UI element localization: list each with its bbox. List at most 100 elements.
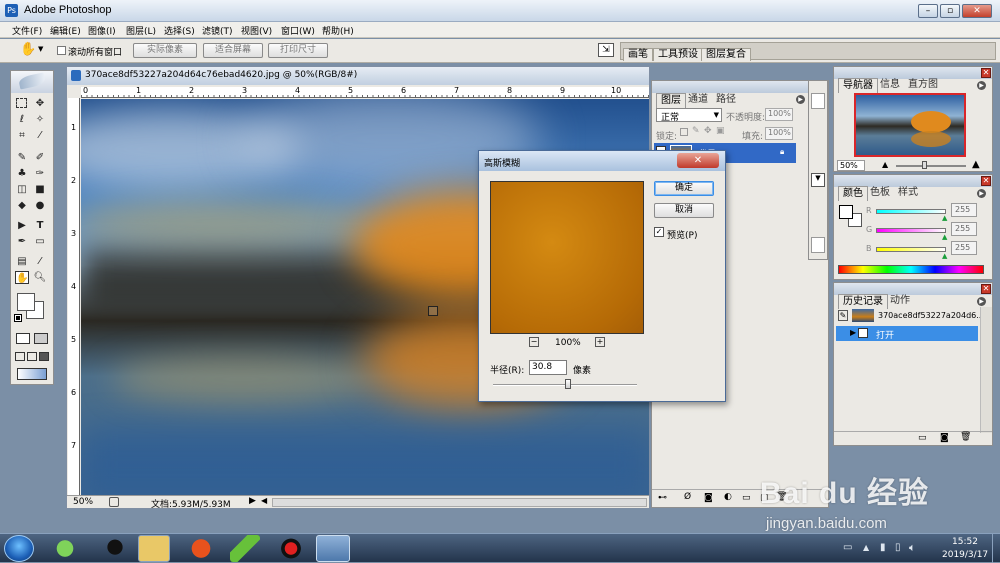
fullscreen-mode-icon[interactable] (39, 352, 49, 361)
crop-tool-icon[interactable]: ⌗ (15, 129, 29, 142)
start-button[interactable] (4, 535, 34, 562)
taskbar-explorer-icon[interactable] (138, 535, 170, 562)
zoom-in-icon[interactable]: ▲ (972, 159, 980, 170)
zoom-tool-icon[interactable]: 🔍︎ (33, 271, 47, 284)
fill-field[interactable]: 100% (765, 127, 793, 140)
stamp-tool-icon[interactable]: ♣ (15, 167, 29, 180)
scroll-left-icon[interactable]: ◀ (261, 496, 267, 505)
tab-layer-comps[interactable]: 图层复合 (701, 48, 751, 61)
new-adjustment-icon[interactable]: ◐ (724, 492, 732, 502)
hand-tool-icon[interactable]: ✋ (15, 271, 29, 284)
zoom-out-icon[interactable]: − (529, 337, 539, 347)
close-button[interactable]: ✕ (962, 4, 992, 18)
tab-tool-presets[interactable]: 工具预设 (653, 48, 703, 61)
zoom-in-icon[interactable]: + (595, 337, 605, 347)
cancel-button[interactable]: 取消 (654, 203, 714, 218)
tab-paths[interactable]: 路径 (712, 93, 740, 107)
red-slider-thumb[interactable]: ▲ (942, 214, 947, 222)
tab-history[interactable]: 历史记录 (838, 294, 888, 309)
eyedropper-tool-icon[interactable]: ⁄ (33, 255, 47, 268)
lock-all-icon[interactable]: ▣ (716, 126, 725, 136)
link-layers-icon[interactable]: ⊷ (658, 493, 667, 503)
tab-color[interactable]: 颜色 (838, 186, 868, 201)
new-group-icon[interactable]: ▭ (742, 493, 751, 503)
foreground-color-swatch[interactable] (839, 205, 853, 219)
menu-edit[interactable]: 编辑(E) (50, 24, 81, 37)
navigator-thumbnail[interactable] (854, 93, 966, 157)
tray-arrow-icon[interactable]: ▲ (863, 543, 869, 552)
tray-network-icon[interactable]: ▯ (895, 542, 901, 553)
history-brush-icon[interactable]: ✑ (33, 167, 47, 180)
lock-position-icon[interactable]: ✥ (704, 126, 712, 136)
tab-layers[interactable]: 图层 (656, 93, 686, 108)
lock-transparency-icon[interactable] (680, 128, 688, 136)
gradient-tool-icon[interactable]: ■ (33, 183, 47, 196)
tab-styles[interactable]: 样式 (894, 186, 922, 200)
menu-image[interactable]: 图像(I) (88, 24, 116, 37)
zoom-level[interactable]: 50% (73, 497, 93, 507)
standard-mode-icon[interactable] (16, 333, 30, 344)
healing-brush-icon[interactable]: ✎ (15, 151, 29, 164)
dodge-tool-icon[interactable]: ● (33, 199, 47, 212)
fit-screen-button[interactable]: 适合屏幕 (203, 43, 263, 58)
tab-histogram[interactable]: 直方图 (904, 78, 942, 92)
taskbar-360-icon[interactable] (50, 535, 80, 562)
layer-mask-icon[interactable]: ◙ (704, 493, 713, 503)
blur-tool-icon[interactable]: ◆ (15, 199, 29, 212)
tab-actions[interactable]: 动作 (886, 294, 914, 308)
close-icon[interactable]: ✕ (677, 153, 719, 168)
blue-value[interactable]: 255 (951, 241, 977, 255)
menu-select[interactable]: 选择(S) (164, 24, 195, 37)
slice-tool-icon[interactable]: ⁄ (33, 129, 47, 142)
preview-checkbox[interactable]: ✓ (654, 227, 664, 237)
foreground-color-swatch[interactable] (17, 293, 35, 311)
chevron-down-icon[interactable]: ▼ (38, 45, 43, 53)
ok-button[interactable]: 确定 (654, 181, 714, 196)
green-slider-thumb[interactable]: ▲ (942, 233, 947, 241)
marquee-tool-icon[interactable] (16, 98, 27, 108)
panel-menu-icon[interactable]: ▶ (796, 95, 805, 104)
maximize-button[interactable]: ▫ (940, 4, 960, 18)
layer-style-icon[interactable]: Ø (684, 492, 691, 502)
taskbar-photoshop-icon[interactable] (316, 535, 350, 562)
green-slider[interactable] (876, 228, 946, 233)
side-dropdown[interactable]: ▼ (811, 173, 825, 187)
panel-menu-icon[interactable]: ▶ (977, 297, 986, 306)
quickmask-mode-icon[interactable] (34, 333, 48, 344)
screen-mode-icon[interactable] (15, 352, 25, 361)
actual-pixels-button[interactable]: 实际像素 (133, 43, 197, 58)
close-icon[interactable]: ✕ (981, 284, 991, 294)
blend-mode-select[interactable]: 正常 ▼ (656, 108, 722, 123)
zoom-out-icon[interactable]: ▲ (882, 160, 888, 169)
magic-wand-tool-icon[interactable]: ✧ (33, 113, 47, 126)
taskbar-qq-icon[interactable] (100, 535, 130, 562)
green-value[interactable]: 255 (951, 222, 977, 236)
tray-keyboard-icon[interactable]: ▭ (843, 542, 852, 553)
history-scrollbar[interactable] (980, 307, 992, 433)
tray-device-icon[interactable]: ▮ (880, 542, 886, 553)
new-document-from-state-icon[interactable]: ▭ (918, 433, 927, 443)
menu-file[interactable]: 文件(F) (12, 24, 42, 37)
panel-menu-icon[interactable]: ▶ (977, 81, 986, 90)
print-size-button[interactable]: 打印尺寸 (268, 43, 328, 58)
shape-tool-icon[interactable]: ▭ (33, 235, 47, 248)
status-menu-arrow-icon[interactable]: ▶ (249, 496, 256, 506)
type-tool-icon[interactable]: T (33, 219, 47, 232)
tab-navigator[interactable]: 导航器 (838, 78, 878, 93)
show-desktop-button[interactable] (992, 534, 1000, 563)
history-snapshot-row[interactable]: ✎ 370ace8df53227a204d6... (836, 308, 984, 324)
close-icon[interactable]: ✕ (981, 176, 991, 186)
tab-swatches[interactable]: 色板 (866, 186, 894, 200)
new-snapshot-icon[interactable]: ◙ (940, 433, 949, 443)
scroll-all-checkbox[interactable] (57, 46, 66, 55)
navigator-zoom-thumb[interactable] (922, 161, 927, 169)
file-browser-icon[interactable]: ⇲ (598, 43, 614, 57)
menu-layer[interactable]: 图层(L) (126, 24, 156, 37)
navigator-zoom-slider[interactable] (896, 165, 966, 167)
side-dropdown[interactable] (811, 93, 825, 109)
menu-filter[interactable]: 滤镜(T) (202, 24, 233, 37)
radius-input[interactable]: 30.8 (529, 360, 567, 375)
history-step-row[interactable]: ▶ 打开 (836, 326, 978, 341)
tab-info[interactable]: 信息 (876, 78, 904, 92)
pen-tool-icon[interactable]: ✒ (15, 235, 29, 248)
